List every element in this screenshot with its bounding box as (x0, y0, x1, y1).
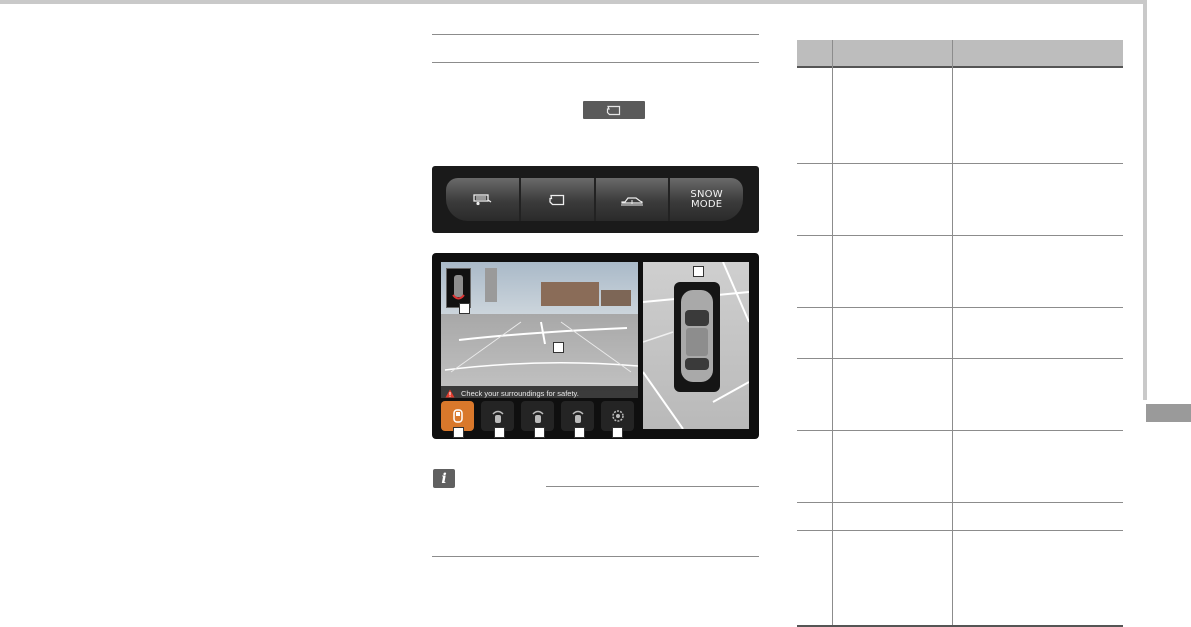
section-end-rule (432, 556, 759, 557)
snow-mode-label: SNOW MODE (690, 188, 723, 210)
top-view-car (681, 290, 713, 382)
callout-marker (612, 427, 623, 438)
callout-marker (534, 427, 545, 438)
callout-marker (574, 427, 585, 438)
heading-rule-top (432, 34, 759, 35)
console-button-bar: SNOW MODE (446, 178, 743, 221)
manual-page: SNOW MODE Check your surroundings for sa… (0, 0, 1191, 627)
camera-icon (549, 194, 565, 205)
surround-view-screen: Check your surroundings for safety. (432, 253, 759, 439)
trailer-button[interactable] (446, 178, 521, 221)
vehicle-raise-button[interactable] (596, 178, 671, 221)
table-row-divider (797, 430, 1123, 431)
settings-icon (611, 410, 624, 422)
mini-car-indicator (446, 268, 471, 308)
snow-mode-button[interactable]: SNOW MODE (670, 178, 743, 221)
safety-warning-text: Check your surroundings for safety. (461, 388, 579, 398)
callout-marker (693, 266, 704, 277)
camera-button[interactable] (521, 178, 596, 221)
camera-top-view (643, 262, 749, 429)
heading-rule-bottom (432, 62, 759, 63)
table-row-divider (797, 502, 1123, 503)
table-header (797, 40, 1123, 68)
camera-button-glyph (583, 101, 645, 119)
safety-warning-bar: Check your surroundings for safety. (441, 386, 638, 398)
table-row-divider (797, 530, 1123, 531)
front-view-icon (452, 409, 463, 423)
rear-view-icon (571, 410, 584, 423)
console-button-panel: SNOW MODE (432, 166, 759, 233)
top-rule (0, 0, 1146, 4)
side-rule (1143, 0, 1147, 400)
note-rule (546, 486, 759, 487)
vehicle-raise-icon (620, 196, 643, 205)
section-tab[interactable] (1146, 404, 1191, 422)
left-view-icon (491, 410, 504, 423)
callout-marker (494, 427, 505, 438)
callout-marker (553, 342, 564, 353)
warning-triangle-icon (445, 389, 455, 397)
table-column-divider (832, 40, 833, 627)
table-column-divider (952, 40, 953, 627)
table-row-divider (797, 307, 1123, 308)
info-icon: i (433, 469, 455, 488)
car-icon (452, 275, 465, 300)
table-row-divider (797, 358, 1123, 359)
trailer-icon (473, 193, 492, 205)
table-row-divider (797, 163, 1123, 164)
right-view-icon (531, 410, 544, 423)
table-row-divider (797, 235, 1123, 236)
camera-icon (606, 105, 621, 115)
callout-marker (459, 303, 470, 314)
camera-main-view: Check your surroundings for safety. (441, 262, 638, 398)
callout-marker (453, 427, 464, 438)
